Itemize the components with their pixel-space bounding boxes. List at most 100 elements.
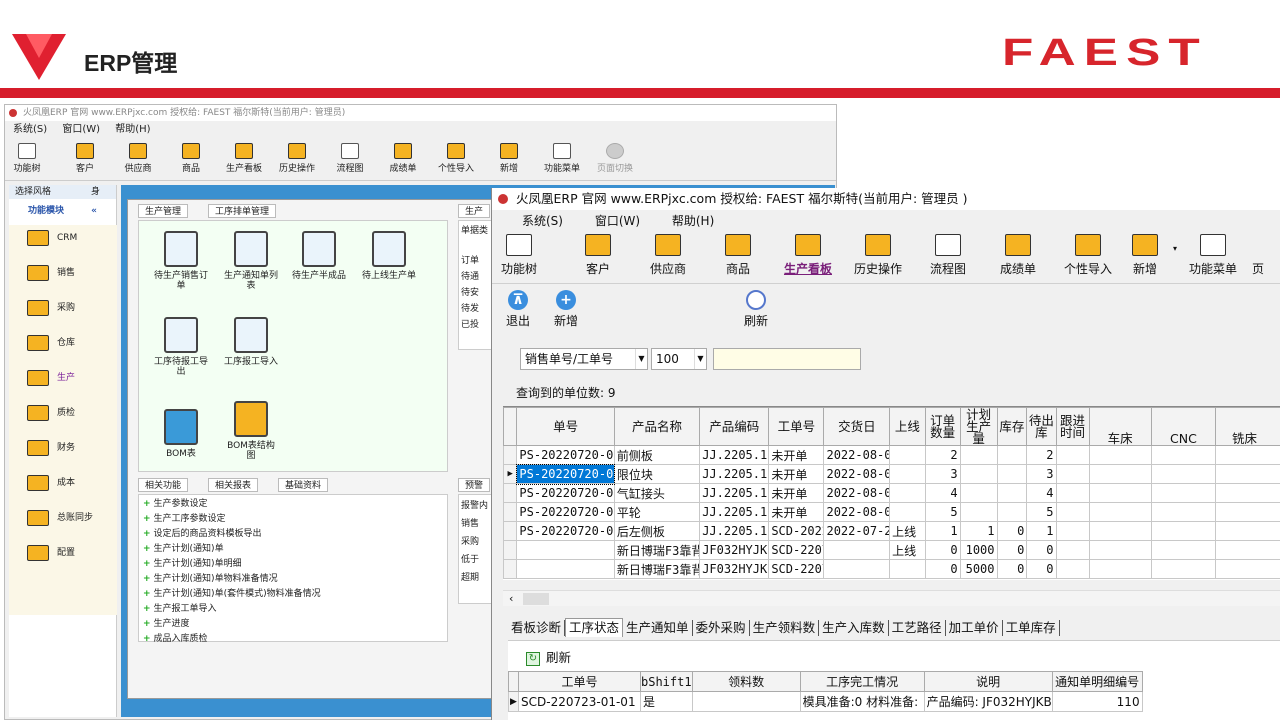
module-header[interactable]: 功能模块 «	[9, 203, 116, 219]
col-header[interactable]: 工单号	[768, 407, 825, 446]
table-cell[interactable]: 0	[924, 540, 961, 560]
table-cell[interactable]	[996, 502, 1028, 522]
module-config[interactable]: 配置	[27, 542, 75, 564]
table-cell[interactable]	[1055, 521, 1090, 541]
table-cell[interactable]: SCD-20220720	[768, 521, 825, 541]
related-item[interactable]: 生产计划(通知)单明细	[143, 557, 321, 572]
table-cell[interactable]: JJ.2205.15.00	[699, 445, 770, 465]
menu-system[interactable]: 系统(S)	[522, 214, 563, 228]
table-cell[interactable]: 1	[959, 521, 998, 541]
table-cell[interactable]	[996, 464, 1028, 484]
card-notice-list[interactable]: 生产通知单列表	[223, 231, 279, 291]
table-cell[interactable]	[1215, 445, 1280, 465]
horizontal-scrollbar[interactable]: ‹	[503, 590, 1280, 606]
cell-description[interactable]: 产品编码: JF032HYJKB产	[923, 691, 1053, 712]
tab-production-mgmt[interactable]: 生产管理	[138, 204, 189, 218]
module-production[interactable]: 生产	[27, 367, 75, 389]
tab-production-notice[interactable]: 生产通知单	[623, 620, 693, 636]
table-cell[interactable]: PS-20220720-004	[516, 502, 615, 522]
bg-tool-new[interactable]: 新增	[483, 141, 535, 174]
table-row[interactable]: 新日博瑞F3靠背JF032HYJKBSCD-220721上线0100000	[503, 540, 1280, 560]
table-cell[interactable]	[889, 483, 926, 503]
col-header[interactable]: 库存	[996, 407, 1028, 446]
table-cell[interactable]	[823, 559, 891, 579]
tab-process-route[interactable]: 工艺路径	[889, 620, 946, 636]
bg-menu-system[interactable]: 系统(S)	[13, 124, 47, 135]
tab-process-schedule[interactable]: 工序排单管理	[208, 204, 277, 218]
table-cell[interactable]: 0	[996, 540, 1028, 560]
tool-scorecard[interactable]: 成绩单	[983, 234, 1053, 277]
bg-menu-window[interactable]: 窗口(W)	[62, 124, 100, 135]
col-header[interactable]: 待出库	[1026, 407, 1057, 446]
table-cell[interactable]	[1215, 521, 1280, 541]
table-cell[interactable]	[959, 483, 998, 503]
related-item[interactable]: 生产进度	[143, 617, 321, 632]
tab-production-2[interactable]: 生产	[458, 204, 491, 218]
col-header[interactable]: 通知单明细编号	[1051, 671, 1143, 692]
table-cell[interactable]	[1055, 540, 1090, 560]
table-row[interactable]: ▶PS-20220720-004限位块JJ.2205.15.00未开单2022-…	[503, 463, 1280, 485]
cell-order-no[interactable]: SCD-220723-01-01	[518, 691, 641, 712]
module-finance[interactable]: 财务	[27, 437, 75, 459]
card-report-import[interactable]: 工序报工导入	[223, 317, 279, 367]
table-cell[interactable]	[1088, 521, 1152, 541]
table-cell[interactable]: 未开单	[768, 483, 825, 503]
col-header[interactable]: 说明	[923, 671, 1053, 692]
tab-order-stock[interactable]: 工单库存	[1003, 620, 1060, 636]
table-cell[interactable]	[1088, 502, 1152, 522]
table-cell[interactable]	[1055, 502, 1090, 522]
table-cell[interactable]: PS-20220720-004	[515, 463, 616, 485]
card-pending-sales-orders[interactable]: 待生产销售订单	[153, 231, 209, 291]
table-cell[interactable]: 5	[924, 502, 961, 522]
table-cell[interactable]: 3	[924, 464, 961, 484]
search-field-select[interactable]: 销售单号/工单号 ▼	[520, 348, 648, 370]
pin-icon[interactable]: 身	[91, 185, 100, 199]
table-cell[interactable]: 2	[1026, 445, 1057, 465]
table-cell[interactable]: 前侧板	[613, 445, 701, 465]
table-cell[interactable]	[516, 540, 615, 560]
table-cell[interactable]: 2022-08-01	[823, 502, 891, 522]
col-header[interactable]: 领料数	[691, 671, 801, 692]
style-selector[interactable]: 选择风格身	[9, 185, 116, 199]
table-row[interactable]: 新日博瑞F3靠背JF032HYJKBSCD-2207210500000	[503, 559, 1280, 579]
table-cell[interactable]	[889, 559, 926, 579]
table-cell[interactable]	[1088, 483, 1152, 503]
table-cell[interactable]	[1215, 464, 1280, 484]
table-cell[interactable]: 4	[924, 483, 961, 503]
table-row[interactable]: PS-20220720-004前侧板JJ.2205.15.00未开单2022-0…	[503, 445, 1280, 465]
bg-tool-kanban[interactable]: 生产看板	[218, 141, 270, 174]
table-cell[interactable]	[1055, 464, 1090, 484]
tool-function-tree[interactable]: 功能树	[492, 234, 554, 277]
col-header[interactable]: 产品名称	[613, 407, 701, 446]
table-cell[interactable]: 限位块	[613, 464, 701, 484]
table-row[interactable]: PS-20220720-004气缸接头JJ.2205.15.00未开单2022-…	[503, 483, 1280, 503]
tab-related-functions[interactable]: 相关功能	[138, 478, 189, 492]
table-cell[interactable]	[959, 445, 998, 465]
bg-tool-switch[interactable]: 页面切换	[589, 141, 641, 174]
tab-related-reports[interactable]: 相关报表	[208, 478, 259, 492]
table-cell[interactable]: JF032HYJKB	[699, 540, 770, 560]
table-cell[interactable]: 未开单	[768, 464, 825, 484]
table-cell[interactable]: 5	[1026, 502, 1057, 522]
table-cell[interactable]: 1	[1026, 521, 1057, 541]
new-button[interactable]: + 新增	[554, 290, 578, 329]
table-cell[interactable]: 0	[996, 559, 1028, 579]
module-crm[interactable]: CRM	[27, 227, 77, 249]
table-cell[interactable]	[996, 483, 1028, 503]
col-header[interactable]: 工序完工情况	[799, 671, 925, 692]
table-cell[interactable]: 1000	[959, 540, 998, 560]
table-cell[interactable]: 2022-07-21	[823, 521, 891, 541]
table-cell[interactable]	[1215, 483, 1280, 503]
table-cell[interactable]: 未开单	[768, 445, 825, 465]
col-header[interactable]: 计划生产量	[959, 407, 998, 446]
bg-tool-supplier[interactable]: 供应商	[112, 141, 164, 174]
bg-tool-history[interactable]: 历史操作	[271, 141, 323, 174]
cell-notice-detail-no[interactable]: 110	[1051, 691, 1143, 712]
tool-supplier[interactable]: 供应商	[633, 234, 703, 277]
bg-tool-product[interactable]: 商品	[165, 141, 217, 174]
table-cell[interactable]	[1150, 502, 1217, 522]
bg-tool-report[interactable]: 成绩单	[377, 141, 429, 174]
table-cell[interactable]	[889, 464, 926, 484]
bg-tool-menu[interactable]: 功能菜单	[536, 141, 588, 174]
card-pending-semi[interactable]: 待生产半成品	[291, 231, 347, 281]
